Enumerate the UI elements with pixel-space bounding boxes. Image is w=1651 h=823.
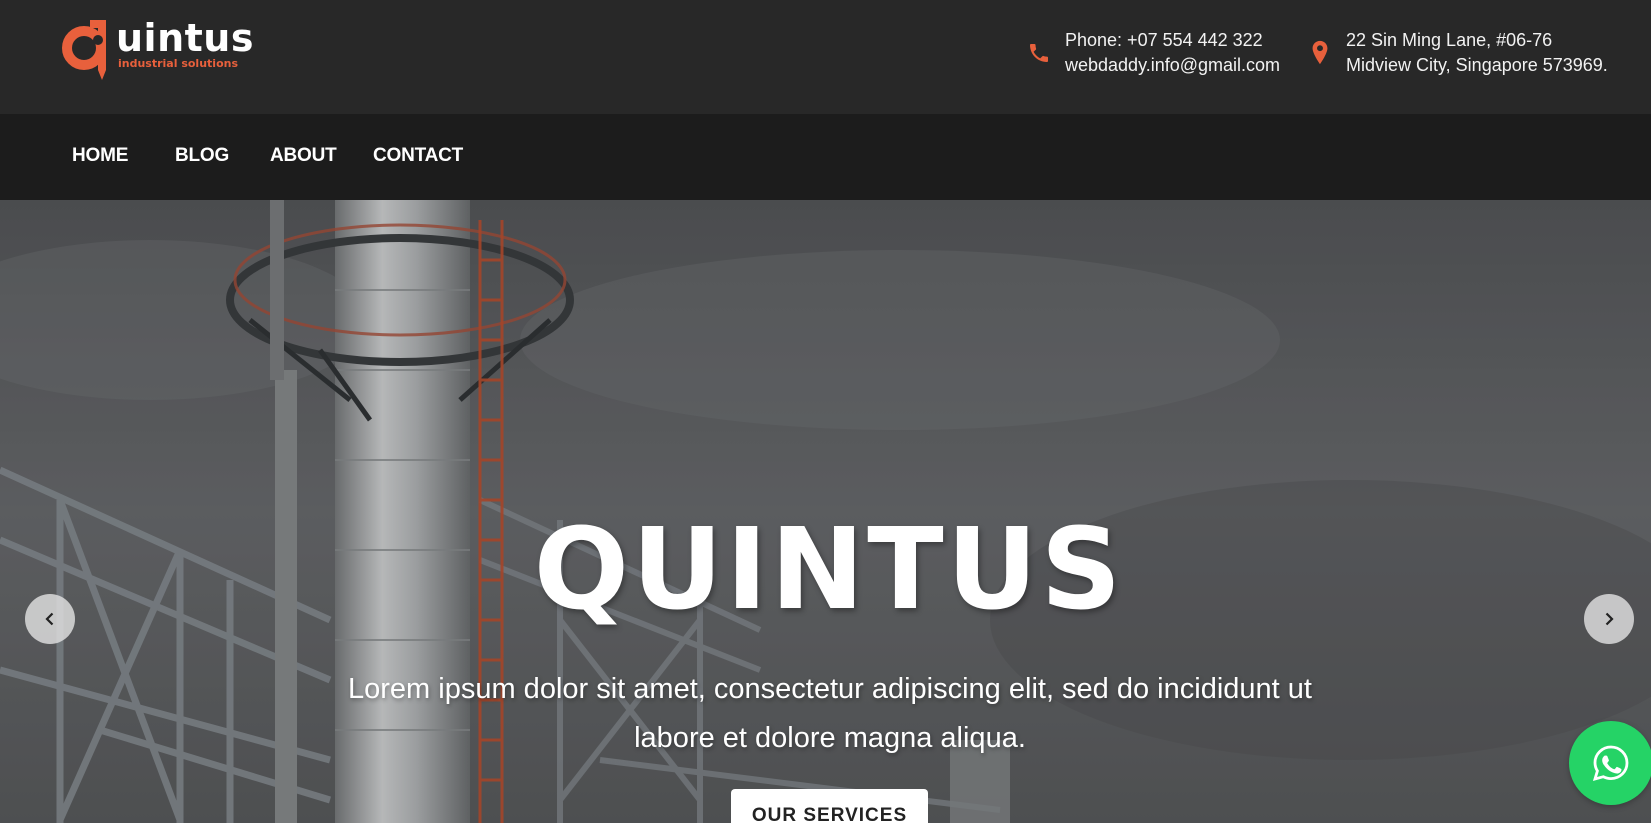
whatsapp-icon xyxy=(1592,745,1629,782)
header-phone-email: Phone: +07 554 442 322 webdaddy.info@gma… xyxy=(1027,28,1280,78)
our-services-button[interactable]: OUR SERVICES xyxy=(731,789,928,823)
header-email-text[interactable]: webdaddy.info@gmail.com xyxy=(1065,53,1280,78)
hero-subtitle: Lorem ipsum dolor sit amet, consectetur … xyxy=(348,673,1312,754)
main-nav: HOME BLOG ABOUT CONTACT xyxy=(0,114,1651,200)
whatsapp-button[interactable] xyxy=(1569,721,1651,805)
slider-next-button[interactable] xyxy=(1584,594,1634,644)
nav-home[interactable]: HOME xyxy=(72,144,128,168)
slider-prev-button[interactable] xyxy=(25,594,75,644)
q-pin-logo-icon xyxy=(62,20,106,80)
chevron-right-icon xyxy=(1605,612,1614,626)
logo-wordmark: uintus xyxy=(116,16,254,60)
hero-title: QUINTUS xyxy=(533,505,1125,635)
site-logo[interactable]: uintus industrial solutions xyxy=(60,10,253,86)
address-line-2: Midview City, Singapore 573969. xyxy=(1346,55,1608,75)
address-line-1: 22 Sin Ming Lane, #06-76 xyxy=(1346,30,1553,50)
phone-icon xyxy=(1030,44,1048,62)
header-phone-text[interactable]: Phone: +07 554 442 322 xyxy=(1065,28,1280,53)
chevron-left-icon xyxy=(45,612,54,626)
map-pin-icon xyxy=(1312,40,1328,65)
logo-tagline: industrial solutions xyxy=(118,57,239,70)
top-header: uintus industrial solutions Phone: +07 5… xyxy=(0,0,1651,114)
nav-about[interactable]: ABOUT xyxy=(270,144,337,168)
nav-blog[interactable]: BLOG xyxy=(175,144,229,168)
hero-slider: QUINTUS Lorem ipsum dolor sit amet, cons… xyxy=(0,200,1651,823)
nav-contact[interactable]: CONTACT xyxy=(373,144,463,168)
header-address: 22 Sin Ming Lane, #06-76 Midview City, S… xyxy=(1308,28,1608,78)
